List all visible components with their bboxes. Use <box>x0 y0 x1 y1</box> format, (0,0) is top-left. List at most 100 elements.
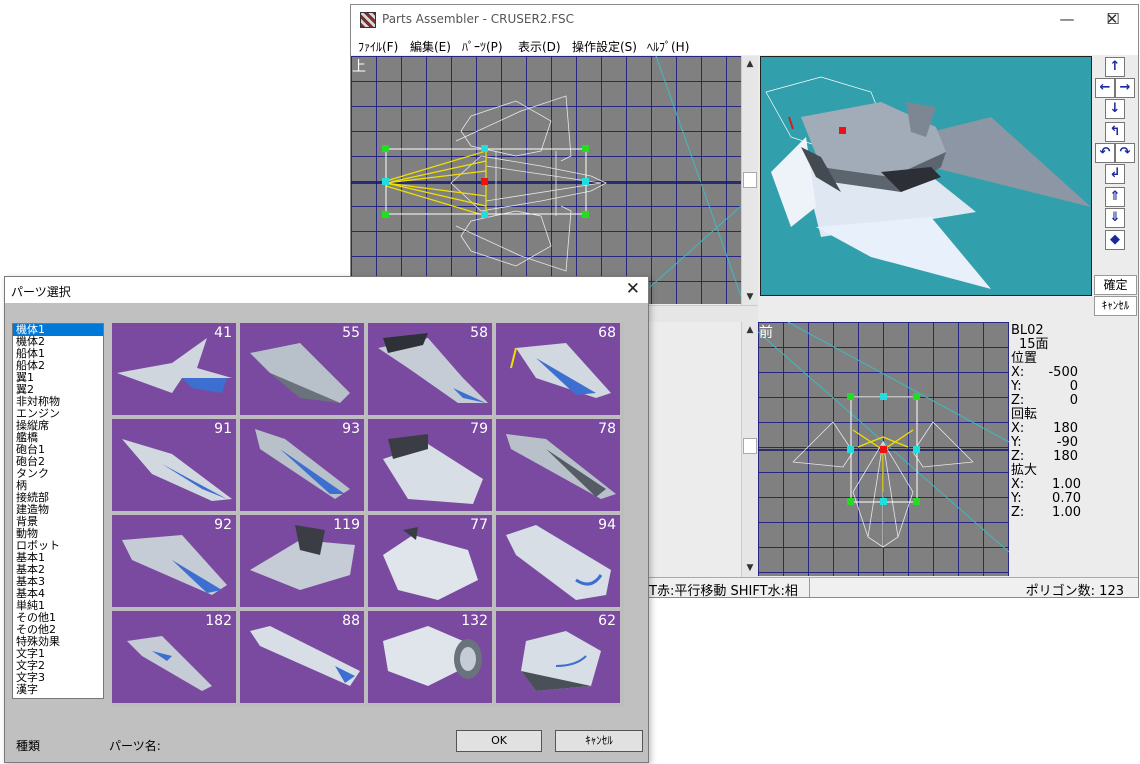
part-number: 77 <box>470 517 488 533</box>
part-tile[interactable]: 91 <box>112 419 236 511</box>
scroll-down-icon[interactable]: ▼ <box>742 560 758 576</box>
part-id: BL02 <box>1011 323 1044 338</box>
part-number: 62 <box>598 613 616 629</box>
scale-x-label: X: <box>1011 477 1025 492</box>
pos-x-label: X: <box>1011 365 1025 380</box>
confirm-button[interactable]: 確定 <box>1094 275 1137 295</box>
front-viewport[interactable]: 前 <box>758 322 1009 576</box>
top-view-wireframe <box>351 56 741 304</box>
rotation-heading: 回転 <box>1011 407 1038 422</box>
part-tile[interactable]: 88 <box>240 611 364 703</box>
part-number: 119 <box>333 517 360 533</box>
pos-x-value: -500 <box>1048 365 1078 380</box>
scale-heading: 拡大 <box>1011 463 1038 478</box>
part-tile[interactable]: 68 <box>496 323 620 415</box>
front-view-wireframe <box>758 322 1009 553</box>
part-number: 55 <box>342 325 360 341</box>
rot-x-label: X: <box>1011 421 1025 436</box>
kind-label: 種類 <box>16 739 41 753</box>
window-title: Parts Assembler - CRUSER2.FSC <box>382 12 574 26</box>
category-list[interactable]: 機体1 機体2 船体1 船体2 翼1 翼2 非対称物 エンジン 操縦席 艦橋 砲台1 砲台2 タンク柄接… <box>12 323 104 699</box>
category-item[interactable]: 漢字 <box>13 684 103 696</box>
scroll-up-icon[interactable]: ▲ <box>742 322 758 338</box>
part-number: 58 <box>470 325 488 341</box>
menu-file[interactable]: ﾌｧｲﾙ(F) <box>358 38 398 55</box>
menu-parts[interactable]: ﾊﾟｰﾂ(P) <box>462 38 503 55</box>
nav-cancel-button[interactable]: ｷｬﾝｾﾙ <box>1094 296 1137 316</box>
right-arrow-icon[interactable]: → <box>1115 78 1135 98</box>
part-tile[interactable]: 78 <box>496 419 620 511</box>
rot-x-value: 180 <box>1053 421 1078 436</box>
rotate-down-icon[interactable]: ↲ <box>1105 164 1125 184</box>
top-viewport[interactable]: 上 <box>351 56 741 304</box>
menu-view[interactable]: 表示(D) <box>518 38 561 55</box>
part-number: 91 <box>214 421 232 437</box>
scroll-thumb[interactable] <box>743 172 757 188</box>
pos-z-label: Z: <box>1011 393 1025 408</box>
down-arrow-icon[interactable]: ↓ <box>1105 99 1125 119</box>
part-number: 78 <box>598 421 616 437</box>
minimize-button[interactable]: — <box>1044 5 1090 35</box>
parts-select-dialog: パーツ選択 ✕ 機体1 機体2 船体1 船体2 翼1 翼2 非対称物 エンジン 操縦席 艦橋 砲台1… <box>4 276 649 763</box>
close-button[interactable]: ✕ <box>1089 5 1135 35</box>
part-tile[interactable]: 58 <box>368 323 492 415</box>
part-name-label: パーツ名: <box>109 739 161 753</box>
menu-edit[interactable]: 編集(E) <box>410 38 451 55</box>
menu-help[interactable]: ﾍﾙﾌﾟ(H) <box>647 38 689 55</box>
scale-x-value: 1.00 <box>1052 477 1081 492</box>
front-view-label: 前 <box>759 325 773 341</box>
rotate-up-icon[interactable]: ↰ <box>1105 122 1125 142</box>
ship-render <box>765 76 1091 289</box>
scale-z-label: Z: <box>1011 505 1025 520</box>
nav-panel: ↑ ← → ↓ ↰ ↶ ↷ ↲ ⇑ ⇓ ◆ 確定 ｷｬﾝｾﾙ <box>1093 55 1138 321</box>
scroll-up-icon[interactable]: ▲ <box>742 56 758 72</box>
cancel-button[interactable]: ｷｬﾝｾﾙ <box>555 730 643 752</box>
part-info-panel: BL02 15面 位置 X: -500 Y: 0 Z: 0 回転 X: 180 … <box>1009 322 1138 576</box>
rot-z-value: 180 <box>1053 449 1078 464</box>
status-hint: T赤:平行移動 SHIFT水:相 <box>649 584 798 599</box>
ok-button[interactable]: OK <box>456 730 542 752</box>
part-tile[interactable]: 94 <box>496 515 620 607</box>
part-number: 94 <box>598 517 616 533</box>
move-forward-icon[interactable]: ⇑ <box>1105 187 1125 207</box>
pos-y-value: 0 <box>1069 379 1078 394</box>
menu-settings[interactable]: 操作設定(S) <box>572 38 637 55</box>
part-tile[interactable]: 132 <box>368 611 492 703</box>
part-tile[interactable]: 62 <box>496 611 620 703</box>
part-tile[interactable]: 55 <box>240 323 364 415</box>
scroll-thumb[interactable] <box>743 438 757 454</box>
part-tile[interactable]: 92 <box>112 515 236 607</box>
left-arrow-icon[interactable]: ← <box>1095 78 1115 98</box>
front-view-vscroll[interactable]: ▲ ▼ <box>741 322 758 577</box>
part-number: 88 <box>342 613 360 629</box>
rotate-left-icon[interactable]: ↶ <box>1095 143 1115 163</box>
part-tile[interactable]: 93 <box>240 419 364 511</box>
part-tile[interactable]: 77 <box>368 515 492 607</box>
scroll-down-icon[interactable]: ▼ <box>742 289 758 305</box>
move-back-icon[interactable]: ⇓ <box>1105 208 1125 228</box>
dialog-title: パーツ選択 <box>11 285 71 299</box>
status-right-pane: ポリゴン数: 123 <box>809 578 1138 599</box>
part-tile[interactable]: 119 <box>240 515 364 607</box>
dialog-close-icon[interactable]: ✕ <box>626 279 640 299</box>
part-tile[interactable]: 79 <box>368 419 492 511</box>
part-number: 92 <box>214 517 232 533</box>
part-tile[interactable]: 182 <box>112 611 236 703</box>
part-number: 93 <box>342 421 360 437</box>
3d-preview[interactable] <box>760 56 1092 296</box>
top-view-vscroll[interactable]: ▲ ▼ <box>741 56 758 305</box>
scale-y-label: Y: <box>1011 491 1022 506</box>
app-icon <box>360 12 376 28</box>
up-arrow-icon[interactable]: ↑ <box>1105 57 1125 77</box>
parts-grid: 41 55 58 68 91 93 79 78 92 119 77 94 182 88 132 62 <box>112 323 624 707</box>
rotate-right-icon[interactable]: ↷ <box>1115 143 1135 163</box>
polygon-count: ポリゴン数: 123 <box>1025 584 1124 599</box>
top-view-label: 上 <box>352 59 366 75</box>
part-tile[interactable]: 41 <box>112 323 236 415</box>
diamond-icon[interactable]: ◆ <box>1105 230 1125 250</box>
rot-z-label: Z: <box>1011 449 1025 464</box>
part-number: 41 <box>214 325 232 341</box>
part-number: 79 <box>470 421 488 437</box>
part-number: 132 <box>461 613 488 629</box>
dialog-title-bar: パーツ選択 ✕ <box>5 277 648 303</box>
